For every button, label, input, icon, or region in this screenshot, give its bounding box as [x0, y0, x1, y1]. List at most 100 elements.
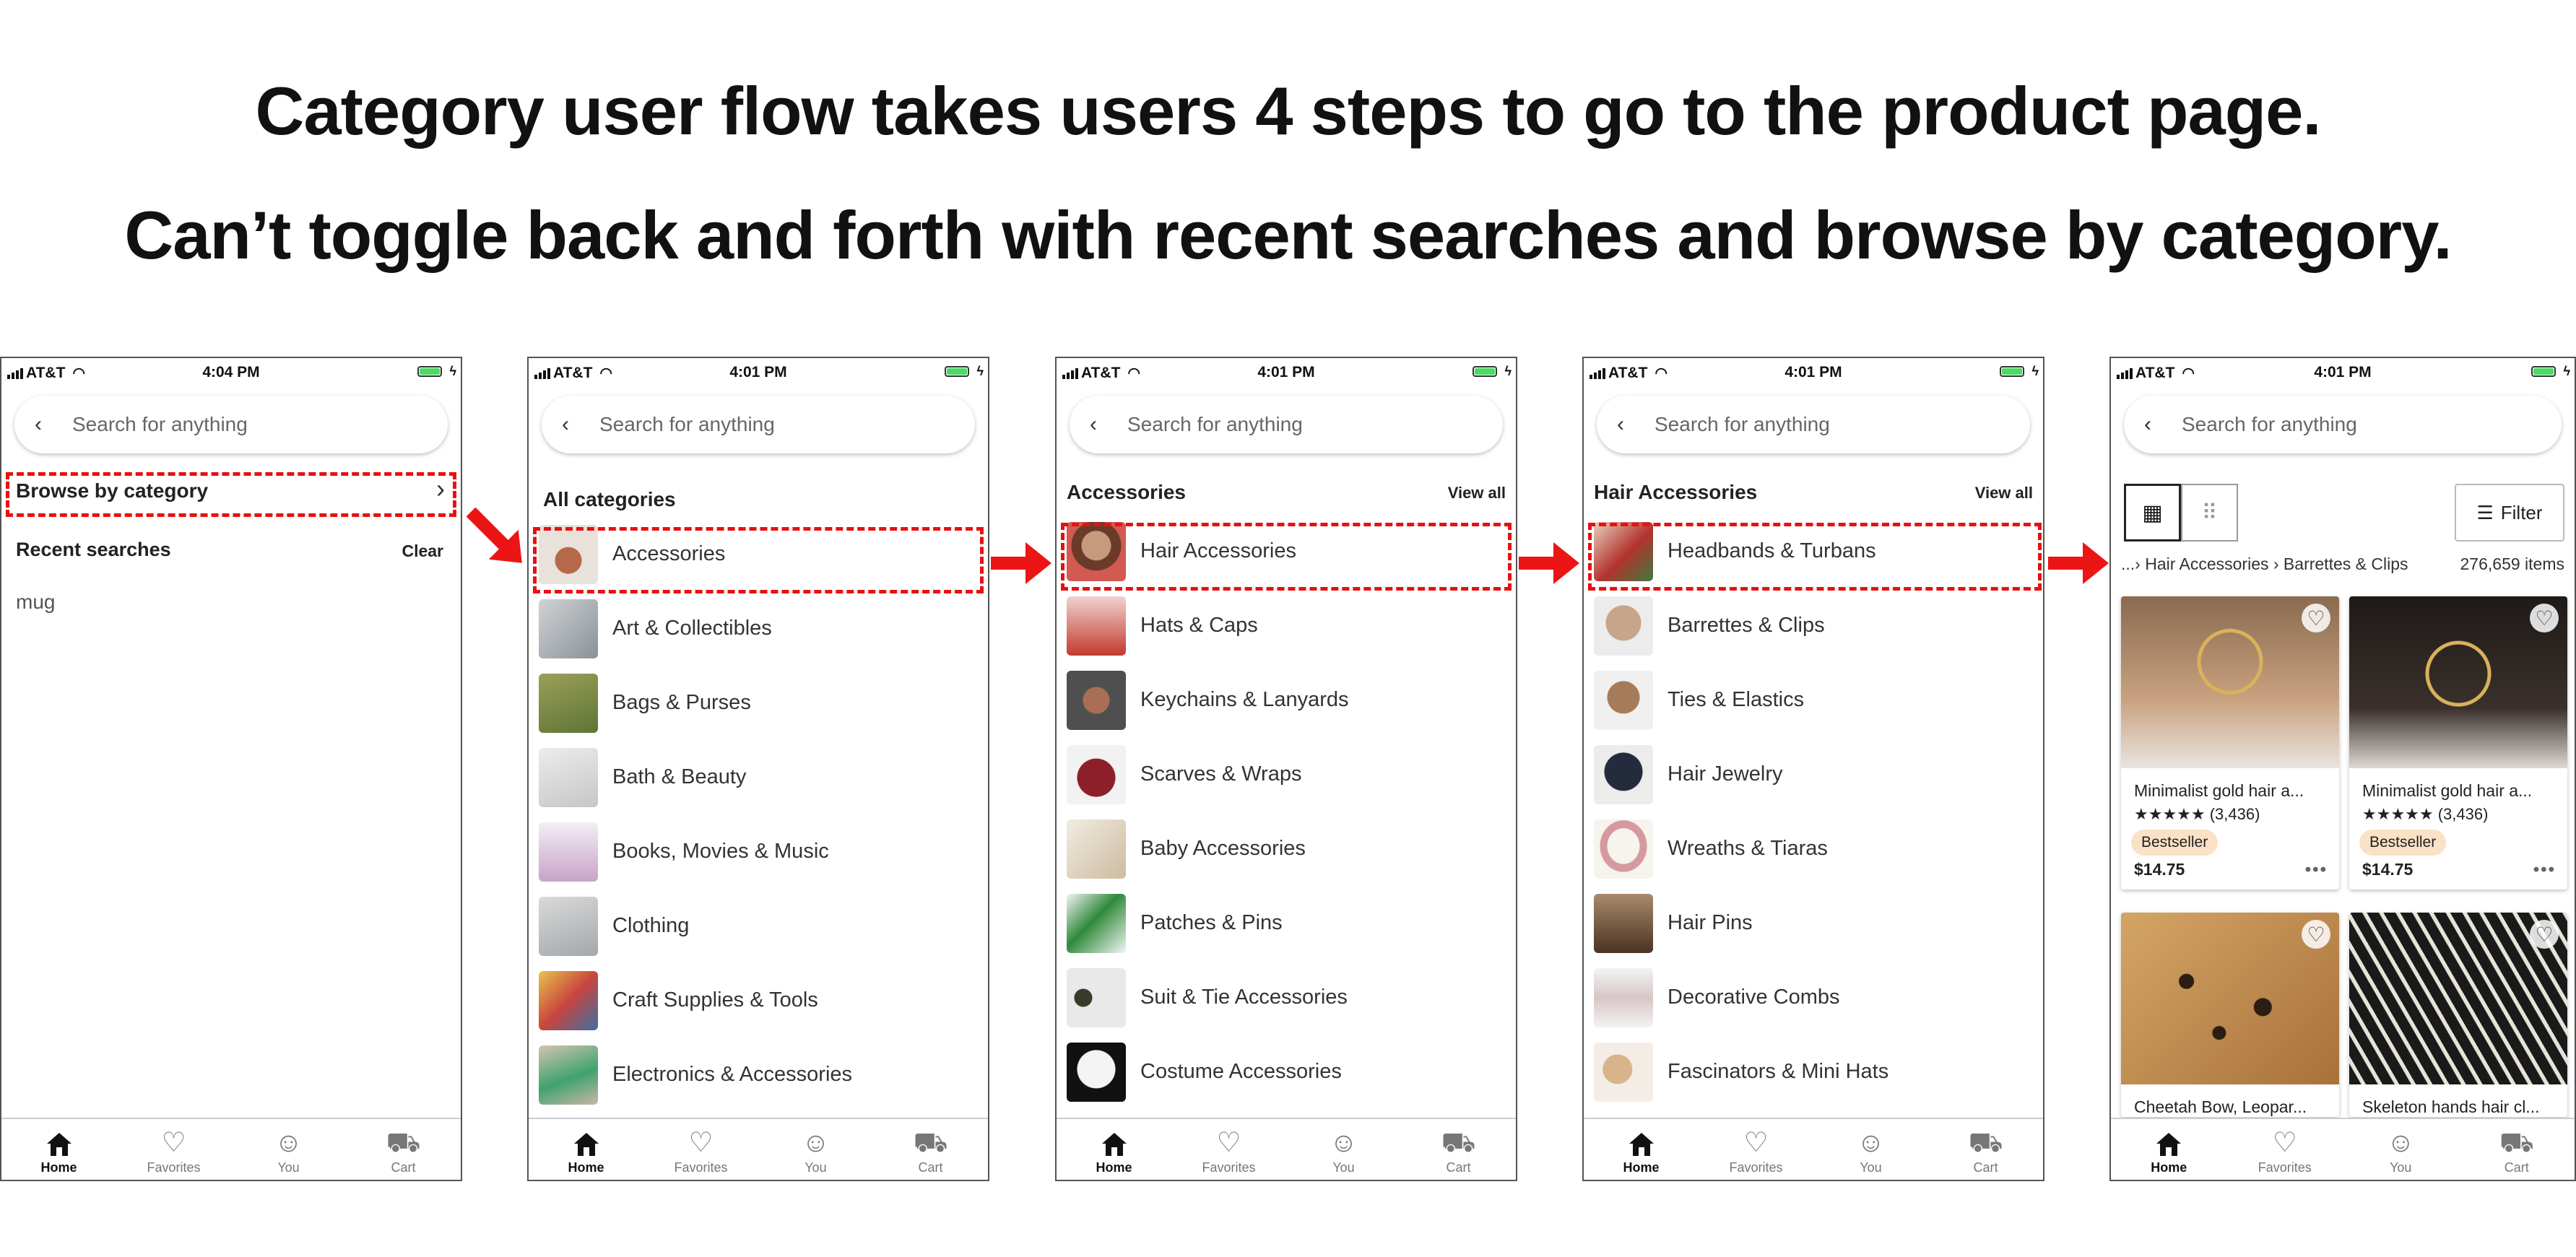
subcategory-row[interactable]: Costume Accessories — [1067, 1035, 1516, 1109]
clock: 4:01 PM — [1784, 364, 1842, 380]
subcategory-row[interactable]: Ties & Elastics — [1594, 663, 2043, 737]
tab-cart[interactable]: ⛟ Cart — [873, 1119, 988, 1180]
flow-arrow-4 — [2048, 542, 2109, 584]
breadcrumb[interactable]: ...› Hair Accessories › Barrettes & Clip… — [2121, 554, 2408, 574]
filter-icon: ☰ — [2476, 501, 2494, 523]
subcategory-row[interactable]: Hair Jewelry — [1594, 737, 2043, 812]
subcategory-row[interactable]: Decorative Combs — [1594, 960, 2043, 1035]
tab-favorites[interactable]: ♡ Favorites — [643, 1119, 758, 1180]
product-image: ♡ — [2121, 913, 2339, 1084]
subcategory-row[interactable]: Hair Pins — [1594, 886, 2043, 960]
tab-home[interactable]: Home — [529, 1119, 643, 1180]
heart-icon[interactable]: ♡ — [2530, 604, 2559, 632]
recent-search-item[interactable]: mug — [16, 591, 55, 614]
back-chevron-icon[interactable]: ‹ — [562, 412, 591, 437]
tab-bar: Home ♡ Favorites ☺ You ⛟ Cart — [2111, 1118, 2575, 1180]
more-icon[interactable]: ••• — [2533, 860, 2556, 880]
category-row-books[interactable]: Books, Movies & Music — [539, 814, 988, 889]
subcategory-row[interactable]: Baby Accessories — [1067, 812, 1516, 886]
category-row-clothing[interactable]: Clothing — [539, 889, 988, 963]
subcategory-row[interactable]: Barrettes & Clips — [1594, 588, 2043, 663]
charging-icon: ϟ — [2563, 364, 2570, 378]
search-input[interactable]: ‹ Search for anything — [2124, 396, 2562, 453]
search-input[interactable]: ‹ Search for anything — [14, 396, 448, 453]
tab-cart[interactable]: ⛟ Cart — [2459, 1119, 2575, 1180]
highlight-accessories — [533, 527, 984, 593]
product-price: $14.75 — [2134, 860, 2185, 879]
product-title: Cheetah Bow, Leopar... — [2134, 1097, 2307, 1116]
subcategory-row[interactable]: Scarves & Wraps — [1067, 737, 1516, 812]
tab-you[interactable]: ☺ You — [2343, 1119, 2459, 1180]
result-count: 276,659 items — [2460, 554, 2564, 573]
tab-you[interactable]: ☺ You — [1813, 1119, 1928, 1180]
category-row-bath[interactable]: Bath & Beauty — [539, 740, 988, 814]
tab-favorites[interactable]: ♡ Favorites — [1699, 1119, 1813, 1180]
back-chevron-icon[interactable]: ‹ — [2144, 412, 2173, 437]
search-placeholder: Search for anything — [1127, 413, 1303, 435]
heart-icon[interactable]: ♡ — [2302, 920, 2330, 949]
product-card[interactable]: ♡ Skeleton hands hair cl... — [2349, 913, 2567, 1117]
cart-icon: ⛟ — [386, 1128, 421, 1158]
product-card[interactable]: ♡ Minimalist gold hair a... ★★★★★ (3,436… — [2349, 596, 2567, 890]
tab-cart[interactable]: ⛟ Cart — [346, 1119, 461, 1180]
bestseller-badge: Bestseller — [2359, 830, 2447, 856]
category-row-craft[interactable]: Craft Supplies & Tools — [539, 963, 988, 1038]
category-row-bags[interactable]: Bags & Purses — [539, 666, 988, 740]
view-all-link[interactable]: View all — [1975, 484, 2033, 503]
subcategory-row[interactable]: Hats & Caps — [1067, 588, 1516, 663]
tab-cart[interactable]: ⛟ Cart — [1928, 1119, 2043, 1180]
tab-cart[interactable]: ⛟ Cart — [1401, 1119, 1516, 1180]
subcategory-row[interactable]: Suit & Tie Accessories — [1067, 960, 1516, 1035]
subcategory-row[interactable]: Fascinators & Mini Hats — [1594, 1035, 2043, 1109]
heart-icon: ♡ — [2272, 1128, 2297, 1158]
heart-icon[interactable]: ♡ — [2530, 920, 2559, 949]
tab-favorites[interactable]: ♡ Favorites — [2227, 1119, 2343, 1180]
tab-you[interactable]: ☺ You — [1286, 1119, 1401, 1180]
search-input[interactable]: ‹ Search for anything — [1070, 396, 1503, 453]
tab-home[interactable]: Home — [1057, 1119, 1171, 1180]
charging-icon: ϟ — [976, 364, 984, 378]
back-chevron-icon[interactable]: ‹ — [1617, 412, 1646, 437]
heart-icon: ♡ — [688, 1128, 714, 1158]
product-card[interactable]: ♡ Cheetah Bow, Leopar... — [2121, 913, 2339, 1117]
tab-favorites[interactable]: ♡ Favorites — [116, 1119, 231, 1180]
search-input[interactable]: ‹ Search for anything — [542, 396, 975, 453]
status-bar: AT&T ◠ 4:01 PM ϟ — [529, 364, 988, 384]
tab-you[interactable]: ☺ You — [231, 1119, 346, 1180]
filter-button[interactable]: ☰ Filter — [2455, 484, 2564, 541]
tab-home[interactable]: Home — [2111, 1119, 2227, 1180]
category-list: Accessories Art & Collectibles Bags & Pu… — [539, 517, 988, 1112]
clear-button[interactable]: Clear — [402, 541, 443, 561]
heart-icon[interactable]: ♡ — [2302, 604, 2330, 632]
category-row-electronics[interactable]: Electronics & Accessories — [539, 1038, 988, 1112]
subcategory-row[interactable]: Keychains & Lanyards — [1067, 663, 1516, 737]
category-row-art[interactable]: Art & Collectibles — [539, 591, 988, 666]
tab-home[interactable]: Home — [1, 1119, 116, 1180]
back-chevron-icon[interactable]: ‹ — [35, 412, 64, 437]
category-thumbnail — [1067, 1042, 1126, 1102]
phone-screen-5: AT&T ◠ 4:01 PM ϟ ‹ Search for anything ▦ ⠿… — [2109, 357, 2576, 1181]
grid-small-icon[interactable]: ⠿ — [2181, 484, 2238, 541]
heart-icon: ♡ — [1216, 1128, 1241, 1158]
battery-icon — [1473, 366, 1497, 377]
product-price: $14.75 — [2362, 860, 2414, 879]
charging-icon: ϟ — [449, 364, 456, 378]
tab-home[interactable]: Home — [1584, 1119, 1699, 1180]
tab-favorites[interactable]: ♡ Favorites — [1171, 1119, 1286, 1180]
subcategory-row[interactable]: Wreaths & Tiaras — [1594, 812, 2043, 886]
category-thumbnail — [1594, 670, 1653, 730]
product-card[interactable]: ♡ Minimalist gold hair a... ★★★★★ (3,436… — [2121, 596, 2339, 890]
highlight-hair-accessories — [1061, 523, 1512, 591]
product-title: Skeleton hands hair cl... — [2362, 1097, 2540, 1116]
back-chevron-icon[interactable]: ‹ — [1090, 412, 1119, 437]
heart-icon: ♡ — [1743, 1128, 1769, 1158]
subcategory-row[interactable]: Patches & Pins — [1067, 886, 1516, 960]
category-thumbnail — [1594, 819, 1653, 879]
search-placeholder: Search for anything — [1655, 413, 1830, 435]
more-icon[interactable]: ••• — [2305, 860, 2328, 880]
view-all-link[interactable]: View all — [1448, 484, 1506, 503]
tab-you[interactable]: ☺ You — [758, 1119, 873, 1180]
search-input[interactable]: ‹ Search for anything — [1597, 396, 2030, 453]
person-icon: ☺ — [1857, 1128, 1885, 1158]
grid-large-icon[interactable]: ▦ — [2124, 484, 2181, 541]
